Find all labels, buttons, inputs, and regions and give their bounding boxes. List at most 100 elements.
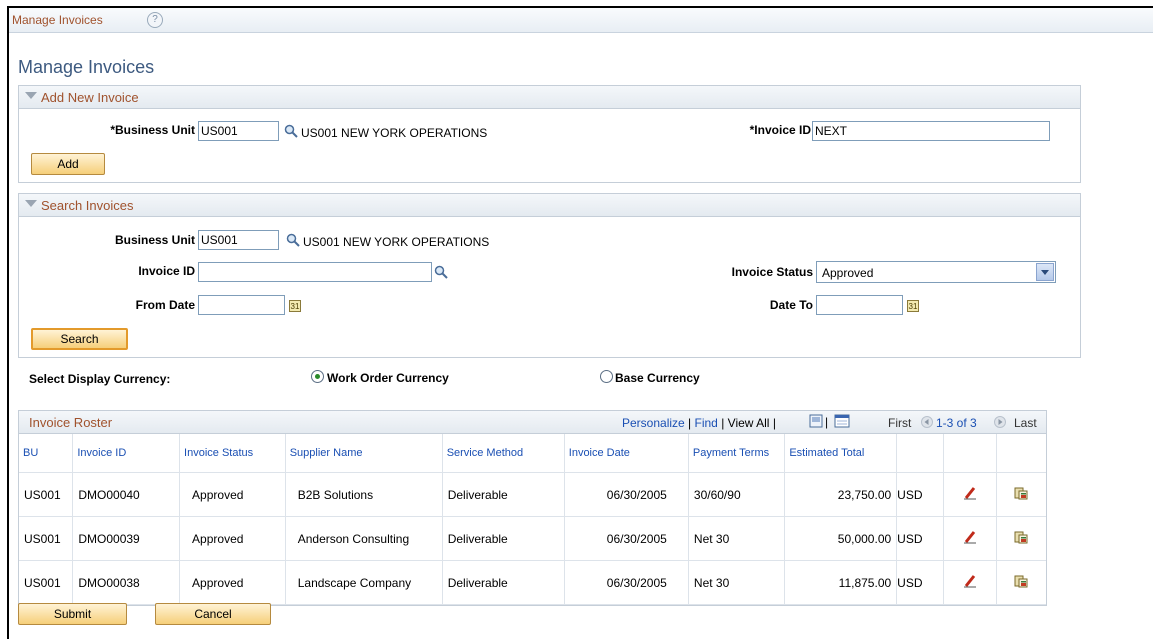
cell-currency: USD [896,472,945,517]
business-unit-label: *Business Unit [110,123,195,137]
next-icon[interactable] [994,416,1006,428]
calendar-icon[interactable]: 31 [907,300,919,312]
previous-icon[interactable] [921,416,933,428]
copy-cell [996,472,1046,517]
search-invoices-section: Search Invoices Business Unit US001 NEW … [18,193,1081,358]
cell-method: Deliverable [442,516,565,561]
edit-cell [943,516,997,561]
page-title-bar: Manage Invoices ? [9,8,1153,33]
from-date-input[interactable] [198,295,285,315]
add-button[interactable]: Add [31,153,105,175]
cell-bu: US001 [19,472,74,517]
cell-currency: USD [896,516,945,561]
calendar-icon[interactable]: 31 [289,300,301,312]
cell-invoice-id: DMO00039 [72,516,181,561]
pencil-icon[interactable] [963,530,977,544]
cell-terms: Net 30 [688,516,786,561]
cell-date: 06/30/2005 [564,472,689,517]
business-unit-input[interactable] [198,121,279,141]
edit-cell [943,472,997,517]
page-range: 1-3 of 3 [936,416,977,430]
date-to-input[interactable] [816,295,903,315]
column-header-invoice-id[interactable]: Invoice ID [72,434,181,473]
pencil-icon[interactable] [963,574,977,588]
search-section-header[interactable]: Search Invoices [19,194,1080,217]
search-invoice-id-label: Invoice ID [138,264,195,278]
download-grid-icon[interactable] [834,414,850,428]
roster-header-row: BU Invoice ID Invoice Status Supplier Na… [19,434,1046,473]
invoice-status-select[interactable]: Approved [816,261,1056,283]
invoice-status-label: Invoice Status [731,265,813,279]
invoice-id-input[interactable] [812,121,1050,141]
base-currency-radio[interactable] [600,370,613,383]
search-business-unit-input[interactable] [198,230,279,250]
view-all-link[interactable]: View All [728,416,770,430]
display-currency-label: Select Display Currency: [29,372,171,386]
table-row: US001 DMO00039 Approved Anderson Consult… [19,516,1046,561]
from-date-label: From Date [135,298,195,312]
roster-table: BU Invoice ID Invoice Status Supplier Na… [19,434,1046,605]
roster-title: Invoice Roster [29,415,113,430]
search-section-title: Search Invoices [41,198,134,213]
pencil-icon[interactable] [963,486,977,500]
edit-cell [943,560,997,605]
date-to-label: Date To [769,298,813,312]
cell-total: 11,875.00 [784,560,898,605]
page-title: Manage Invoices [18,57,155,77]
copy-icon[interactable] [1014,530,1028,544]
personalize-link[interactable]: Personalize [622,416,685,430]
column-header-bu[interactable]: BU [19,434,74,473]
collapse-triangle-icon[interactable] [25,200,37,207]
cell-bu: US001 [19,516,74,561]
column-header-invoice-status[interactable]: Invoice Status [179,434,286,473]
search-button[interactable]: Search [31,328,128,350]
column-header-edit [943,434,997,473]
zoom-grid-icon[interactable] [809,414,823,428]
column-header-payment-terms[interactable]: Payment Terms [688,434,786,473]
column-header-estimated-total[interactable]: Estimated Total [784,434,898,473]
cell-invoice-id: DMO00038 [72,560,181,605]
lookup-icon[interactable] [286,233,300,247]
work-order-currency-radio[interactable] [311,370,324,383]
copy-icon[interactable] [1014,486,1028,500]
help-icon[interactable]: ? [147,12,163,28]
separator: | [688,416,692,430]
cell-method: Deliverable [442,472,565,517]
cell-status: Approved [179,560,286,605]
chevron-down-icon[interactable] [1036,263,1054,281]
separator: | [825,415,829,429]
submit-button[interactable]: Submit [18,603,127,625]
roster-nav: Personalize | Find | View All | [622,416,776,430]
add-new-invoice-section: Add New Invoice *Business Unit US001 NEW… [18,85,1081,183]
column-header-service-method[interactable]: Service Method [442,434,565,473]
cell-supplier: Anderson Consulting [285,516,443,561]
lookup-icon[interactable] [284,124,298,138]
column-header-copy [996,434,1046,473]
first-label: First [888,416,912,430]
search-invoice-id-input[interactable] [198,262,432,282]
copy-icon[interactable] [1014,574,1028,588]
breadcrumb-title: Manage Invoices [12,13,103,27]
collapse-triangle-icon[interactable] [25,92,37,99]
cell-invoice-id: DMO00040 [72,472,181,517]
cell-total: 50,000.00 [784,516,898,561]
add-section-header[interactable]: Add New Invoice [19,86,1080,109]
invoice-id-label: *Invoice ID [749,123,811,137]
base-currency-label[interactable]: Base Currency [615,371,700,385]
last-label: Last [1014,416,1037,430]
copy-cell [996,560,1046,605]
lookup-icon[interactable] [434,265,448,279]
roster-header: Invoice Roster Personalize | Find | View… [19,411,1046,434]
cancel-button[interactable]: Cancel [155,603,271,625]
cell-bu: US001 [19,560,74,605]
column-header-invoice-date[interactable]: Invoice Date [564,434,689,473]
cell-date: 06/30/2005 [564,516,689,561]
cell-method: Deliverable [442,560,565,605]
column-header-supplier-name[interactable]: Supplier Name [285,434,443,473]
cell-supplier: B2B Solutions [285,472,443,517]
search-business-unit-label: Business Unit [114,233,195,247]
find-link[interactable]: Find [695,416,718,430]
table-row: US001 DMO00038 Approved Landscape Compan… [19,560,1046,605]
work-order-currency-label[interactable]: Work Order Currency [327,371,449,385]
cell-date: 06/30/2005 [564,560,689,605]
